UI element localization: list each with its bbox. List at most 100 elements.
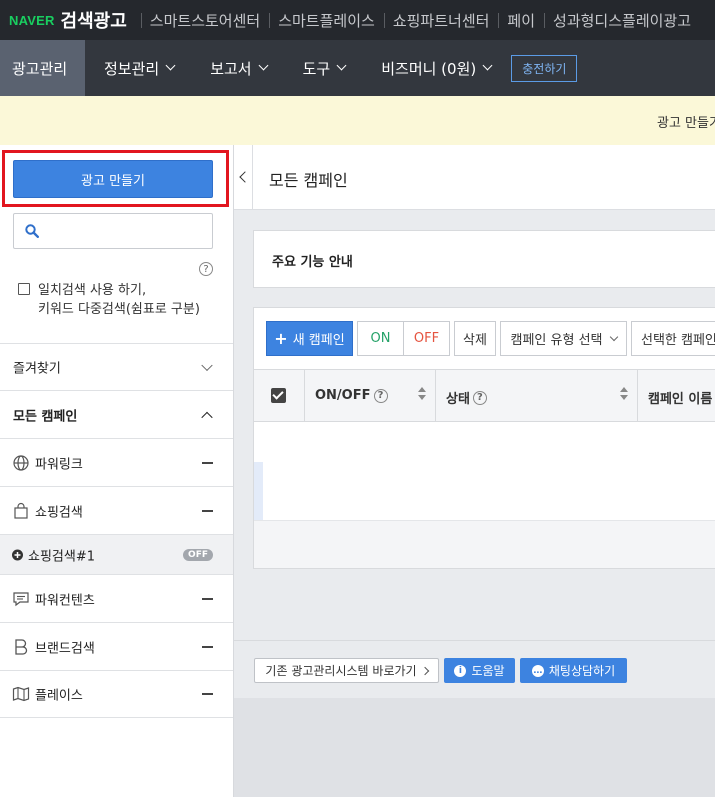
select-all-checkbox[interactable] — [271, 388, 286, 403]
main-header: 모든 캠페인 — [234, 145, 715, 210]
nav-label: 보고서 — [210, 59, 252, 78]
favorites-label: 즐겨찾기 — [13, 361, 61, 377]
sidebar-item-powerlink[interactable]: 파워링크 — [0, 438, 233, 486]
campaign-type-label: 캠페인 유형 선택 — [510, 333, 603, 348]
chevron-down-icon — [165, 60, 176, 71]
column-campaign-name-text: 캠페인 이름 — [648, 392, 713, 407]
exact-match-checkbox[interactable] — [18, 283, 30, 295]
chevron-down-icon — [201, 359, 213, 372]
nav-tools[interactable]: 도구 — [303, 40, 347, 96]
naver-logo[interactable]: NAVER — [9, 13, 55, 28]
chevron-down-icon — [258, 60, 269, 71]
sidebar-item-place[interactable]: 플레이스 — [0, 670, 233, 718]
map-icon — [12, 686, 30, 702]
notice-banner: 광고 만들기 — [0, 96, 715, 145]
footer-background — [234, 698, 715, 797]
table-body — [254, 422, 715, 520]
chevron-down-icon — [482, 60, 493, 71]
new-campaign-label: 새 캠페인 — [292, 333, 345, 348]
collapse-icon[interactable] — [202, 509, 213, 512]
nav-info-management[interactable]: 정보관리 — [104, 40, 176, 96]
help-icon[interactable]: ? — [373, 388, 388, 403]
sidebar-item-label: 쇼핑검색 — [35, 505, 83, 520]
legacy-system-button[interactable]: 기존 광고관리시스템 바로가기 — [254, 658, 439, 683]
search-icon — [25, 224, 39, 238]
page-title: 모든 캠페인 — [269, 171, 348, 190]
campaign-search-input[interactable] — [13, 213, 213, 249]
column-status[interactable]: 상태? — [436, 370, 638, 421]
info-icon: i — [454, 664, 467, 677]
favorites-row[interactable]: 즐겨찾기 — [0, 343, 233, 390]
sort-icon[interactable] — [620, 387, 628, 401]
nav-ad-management[interactable]: 광고관리 — [0, 40, 85, 96]
sort-icon[interactable] — [418, 387, 426, 401]
notice-text[interactable]: 광고 만들기 — [657, 112, 715, 131]
status-badge: OFF — [183, 548, 213, 561]
all-campaigns-row[interactable]: 모든 캠페인 — [0, 390, 233, 438]
main-nav: 광고관리 정보관리 보고서 도구 비즈머니 (0원) 충전하기 — [0, 40, 715, 96]
column-onoff-text: ON/OFF — [315, 388, 371, 403]
delete-button[interactable]: 삭제 — [454, 321, 496, 356]
chat-support-button[interactable]: … 채팅상담하기 — [520, 658, 627, 683]
chevron-down-icon — [609, 332, 618, 341]
chevron-up-icon — [201, 411, 213, 423]
new-campaign-button[interactable]: + 새 캠페인 — [266, 321, 353, 356]
chat-support-label: 채팅상담하기 — [548, 664, 616, 678]
sidebar-item-brandsearch[interactable]: 브랜드검색 — [0, 622, 233, 670]
help-button[interactable]: i 도움말 — [444, 658, 515, 683]
column-onoff[interactable]: ON/OFF? — [305, 370, 436, 421]
sidebar-collapse-button[interactable] — [234, 145, 253, 210]
collapse-icon[interactable] — [202, 693, 213, 695]
nav-bizmoney[interactable]: 비즈머니 (0원) — [381, 40, 493, 96]
shopping-bag-icon — [14, 502, 28, 519]
campaign-panel: + 새 캠페인 ON OFF 삭제 캠페인 유형 선택 선택한 캠페인 ON/O… — [253, 307, 715, 569]
footer-bar: 기존 광고관리시스템 바로가기 i 도움말 … 채팅상담하기 — [234, 640, 715, 698]
exact-match-label: 일치검색 사용 하기, 키워드 다중검색(쉼표로 구분) — [38, 281, 200, 319]
sidebar-item-powercontents[interactable]: 파워컨텐츠 — [0, 574, 233, 622]
select-all-column — [254, 370, 305, 421]
nav-reports[interactable]: 보고서 — [210, 40, 269, 96]
top-bar: NAVER 검색광고 스마트스토어센터 스마트플레이스 쇼핑파트너센터 페이 성… — [0, 0, 715, 40]
brand-title[interactable]: 검색광고 — [61, 7, 127, 33]
plus-icon: + — [274, 329, 288, 348]
nav-label: 정보관리 — [104, 59, 160, 78]
help-label: 도움말 — [471, 664, 505, 678]
top-link-display-ads[interactable]: 성과형디스플레이광고 — [544, 10, 700, 31]
table-footer — [254, 520, 715, 568]
collapse-icon[interactable] — [202, 645, 213, 648]
main-content: 모든 캠페인 주요 기능 안내 + 새 캠페인 ON OFF 삭제 캠페인 유형… — [234, 145, 715, 797]
brand-b-icon — [15, 638, 28, 655]
selected-campaign-button[interactable]: 선택한 캠페인 — [631, 321, 715, 356]
nav-label: 광고관리 — [12, 59, 68, 78]
column-campaign-name[interactable]: 캠페인 이름 — [638, 370, 715, 421]
speech-bubble-icon — [13, 591, 29, 606]
help-icon[interactable]: ? — [472, 390, 487, 405]
on-button[interactable]: ON — [357, 321, 404, 356]
collapse-icon[interactable] — [202, 597, 213, 600]
create-ad-button[interactable]: 광고 만들기 — [13, 160, 213, 198]
help-icon[interactable]: ? — [199, 262, 213, 276]
sidebar-subitem-shopping-1[interactable]: 쇼핑검색#1 OFF — [0, 534, 233, 574]
exact-match-line-2: 키워드 다중검색(쉼표로 구분) — [38, 302, 200, 317]
chat-bubble-icon: … — [531, 664, 544, 677]
legacy-system-label: 기존 광고관리시스템 바로가기 — [265, 664, 417, 678]
all-campaigns-label: 모든 캠페인 — [13, 409, 78, 424]
top-link-shopping-partner[interactable]: 쇼핑파트너센터 — [383, 10, 499, 31]
top-link-pay[interactable]: 페이 — [498, 10, 544, 31]
feature-guide-panel[interactable]: 주요 기능 안내 — [253, 230, 715, 288]
collapse-icon[interactable] — [202, 461, 213, 464]
top-link-smartplace[interactable]: 스마트플레이스 — [269, 10, 384, 31]
top-link-smartstore[interactable]: 스마트스토어센터 — [140, 10, 269, 31]
off-button[interactable]: OFF — [403, 321, 450, 356]
sidebar-item-label: 파워링크 — [35, 457, 83, 472]
plus-circle-icon[interactable] — [12, 549, 23, 560]
column-status-text: 상태 — [446, 392, 470, 407]
column-label: ON/OFF? — [315, 388, 388, 403]
campaign-type-select[interactable]: 캠페인 유형 선택 — [500, 321, 627, 356]
feature-guide-title: 주요 기능 안내 — [272, 255, 353, 270]
sidebar-item-label: 브랜드검색 — [35, 641, 95, 656]
sidebar-item-shopping[interactable]: 쇼핑검색 — [0, 486, 233, 534]
chevron-down-icon — [336, 60, 347, 71]
nav-label: 비즈머니 (0원) — [381, 59, 477, 78]
charge-button[interactable]: 충전하기 — [511, 54, 578, 82]
